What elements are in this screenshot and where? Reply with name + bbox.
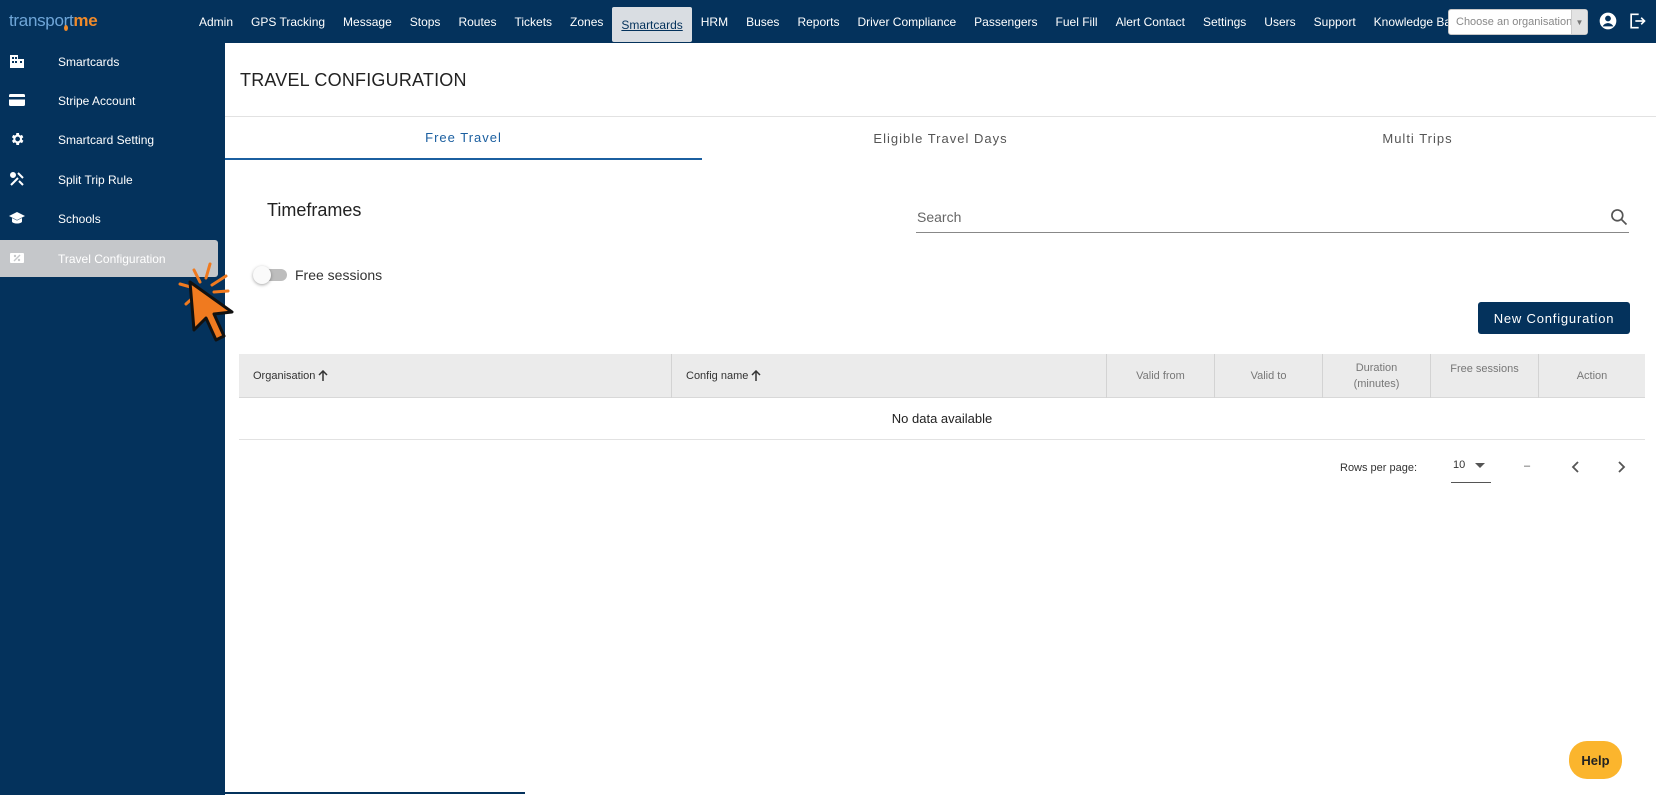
click-cursor-icon [168,250,248,350]
tab-bar: Free Travel Eligible Travel Days Multi T… [225,117,1656,160]
column-header-free-sessions[interactable]: Free sessions [1431,354,1539,398]
sidebar-item-label: Smartcard Setting [58,132,155,147]
rows-per-page-select[interactable]: 10 [1451,459,1491,483]
organisation-select[interactable]: Choose an organisation ▼ [1448,9,1588,35]
nav-item-users[interactable]: Users [1255,0,1304,43]
previous-page-button[interactable] [1567,458,1585,476]
nav-item-alert-contact[interactable]: Alert Contact [1107,0,1194,43]
column-header-organisation[interactable]: Organisation [239,354,672,398]
free-sessions-label: Free sessions [295,267,383,283]
column-header-label: Duration [1355,362,1398,374]
nav-item-hrm[interactable]: HRM [692,0,737,43]
building-icon [9,53,25,69]
logout-icon[interactable] [1626,10,1648,32]
column-header-label: Organisation [253,370,316,382]
column-header-label: (minutes) [1353,378,1400,390]
nav-item-driver-compliance[interactable]: Driver Compliance [848,0,965,43]
column-header-valid-from[interactable]: Valid from [1107,354,1215,398]
tab-free-travel[interactable]: Free Travel [225,117,702,160]
free-sessions-toggle[interactable] [253,266,289,284]
rows-per-page-label: Rows per page: [1340,462,1418,474]
search-icon[interactable] [1609,207,1629,227]
empty-state-row: No data available [239,398,1645,440]
column-header-duration[interactable]: Duration (minutes) [1323,354,1431,398]
column-header-valid-to[interactable]: Valid to [1215,354,1323,398]
column-header-config-name[interactable]: Config name [672,354,1107,398]
chevron-down-icon: ▼ [1571,10,1587,34]
sidebar-item-smartcards[interactable]: Smartcards [0,43,218,80]
nav-item-buses[interactable]: Buses [737,0,788,43]
nav-item-tickets[interactable]: Tickets [505,0,561,43]
search-field [916,203,1629,233]
new-configuration-button[interactable]: New Configuration [1478,302,1630,334]
caret-down-icon [1475,463,1485,468]
nav-item-message[interactable]: Message [334,0,401,43]
column-header-label: Config name [686,370,749,382]
gear-icon [9,131,25,147]
logo-text-prefix: transp [9,11,55,30]
bottom-divider [225,792,525,794]
logo-pin-icon [64,25,68,31]
nav-item-fuel-fill[interactable]: Fuel Fill [1047,0,1107,43]
ticket-percent-icon [9,250,25,266]
config-table: Organisation Config name Valid from Vali… [239,354,1645,440]
sidebar-item-schools[interactable]: Schools [0,200,218,237]
next-page-button[interactable] [1612,458,1630,476]
nav-item-routes[interactable]: Routes [449,0,505,43]
top-navigation-bar: transportme Admin GPS Tracking Message S… [0,0,1656,43]
pagination-range: – [1524,460,1531,472]
organisation-select-placeholder: Choose an organisation [1456,16,1573,28]
table-header: Organisation Config name Valid from Vali… [239,354,1645,398]
account-circle-icon[interactable] [1597,10,1619,32]
nav-item-support[interactable]: Support [1305,0,1365,43]
sidebar-item-label: Stripe Account [58,93,136,108]
sidebar-item-label: Schools [58,211,101,226]
help-button[interactable]: Help [1569,741,1622,779]
search-input[interactable] [916,203,1596,231]
sidebar-item-split-trip-rule[interactable]: Split Trip Rule [0,161,218,198]
rows-per-page-value: 10 [1453,459,1466,471]
sidebar-item-smartcard-setting[interactable]: Smartcard Setting [0,121,218,158]
arrow-up-icon [751,369,761,382]
nav-item-admin[interactable]: Admin [190,0,242,43]
logo-text-suffix: me [73,11,98,30]
tools-icon [9,171,25,187]
page-title: TRAVEL CONFIGURATION [240,70,467,90]
sidebar-item-label: Smartcards [58,54,120,69]
sidebar-item-label: Travel Configuration [58,251,166,266]
sidebar-item-stripe-account[interactable]: Stripe Account [0,82,218,119]
sidebar: Smartcards Stripe Account Smartcard Sett… [0,43,225,795]
credit-card-icon [9,92,25,108]
nav-item-gps-tracking[interactable]: GPS Tracking [242,0,334,43]
main-nav: Admin GPS Tracking Message Stops Routes … [190,0,1473,43]
nav-item-zones[interactable]: Zones [561,0,612,43]
column-header-action: Action [1576,370,1608,382]
nav-item-settings[interactable]: Settings [1194,0,1255,43]
graduation-cap-icon [9,210,25,226]
logo-o: o [54,11,64,30]
toggle-knob [253,266,271,284]
logo[interactable]: transportme [9,11,98,31]
section-title: Timeframes [267,200,362,220]
nav-item-stops[interactable]: Stops [401,0,450,43]
arrow-up-icon [318,369,328,382]
tab-multi-trips[interactable]: Multi Trips [1179,117,1656,160]
sidebar-item-label: Split Trip Rule [58,172,133,187]
nav-item-reports[interactable]: Reports [788,0,848,43]
nav-item-smartcards[interactable]: Smartcards [612,7,692,42]
tab-eligible-travel-days[interactable]: Eligible Travel Days [702,117,1179,160]
nav-item-passengers[interactable]: Passengers [965,0,1046,43]
